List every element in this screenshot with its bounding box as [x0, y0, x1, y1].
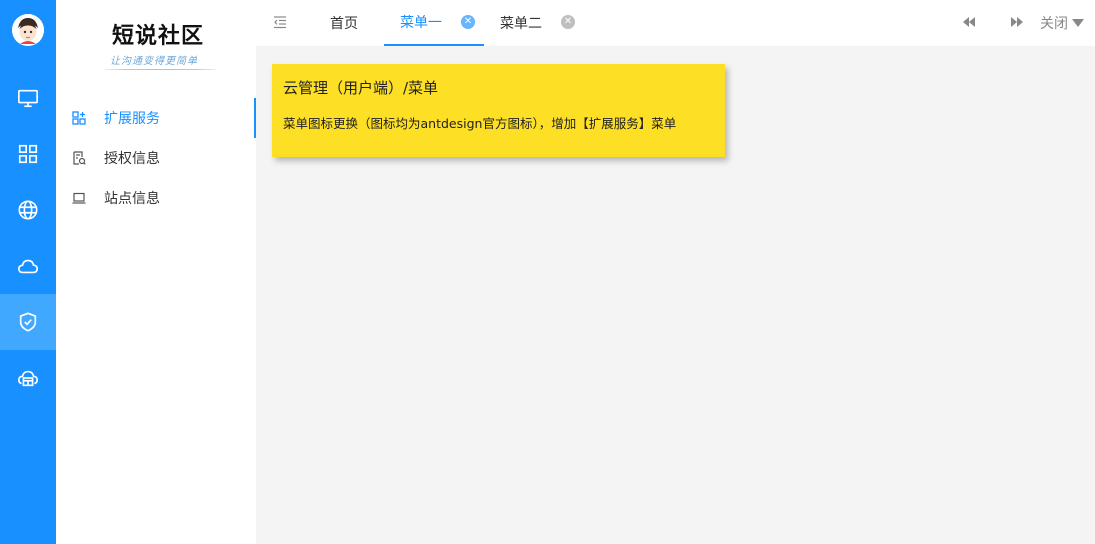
avatar-icon	[12, 14, 44, 46]
avatar[interactable]	[12, 14, 44, 46]
cloud-icon	[18, 259, 38, 274]
tab-menu-two[interactable]: 菜单二	[500, 0, 542, 46]
icon-rail	[0, 0, 56, 544]
menu-fold-button[interactable]	[272, 14, 288, 30]
rail-item-cloud-store[interactable]	[0, 350, 56, 406]
sidebar: 短说社区 让沟通变得更简单 扩展服务 授权信息 站点信息	[56, 0, 256, 544]
notice-card: 云管理（用户端）/菜单 菜单图标更换（图标均为antdesign官方图标），增加…	[272, 64, 725, 157]
scroll-right-button[interactable]	[1010, 16, 1024, 28]
sidebar-item-label: 扩展服务	[104, 111, 160, 127]
tab-label: 菜单二	[500, 16, 542, 32]
expand-icon	[72, 111, 86, 125]
sidebar-item-authorization[interactable]: 授权信息	[56, 138, 256, 178]
double-left-icon	[963, 17, 975, 27]
sidebar-item-label: 授权信息	[104, 151, 160, 167]
tab-bar: 首页 菜单一 ✕ 菜单二 ✕ 关闭	[256, 0, 1095, 46]
caret-down-icon	[1072, 19, 1084, 27]
close-tabs-label: 关闭	[1040, 16, 1068, 32]
logo-underline	[104, 68, 216, 70]
rail-item-global[interactable]	[0, 182, 56, 238]
sidebar-item-label: 站点信息	[104, 191, 160, 207]
rail-item-security[interactable]	[0, 294, 56, 350]
laptop-icon	[72, 191, 86, 205]
scroll-left-button[interactable]	[962, 16, 976, 28]
globe-icon	[18, 200, 38, 220]
card-body: 菜单图标更换（图标均为antdesign官方图标），增加【扩展服务】菜单	[283, 116, 677, 131]
double-right-icon	[1011, 17, 1023, 27]
sidebar-item-site-info[interactable]: 站点信息	[56, 178, 256, 218]
close-icon: ✕	[463, 16, 473, 27]
cloud-store-icon	[18, 370, 38, 387]
sidebar-item-extensions[interactable]: 扩展服务	[56, 98, 256, 138]
tab-close-button[interactable]: ✕	[561, 15, 575, 29]
monitor-icon	[18, 89, 38, 108]
menu-fold-icon	[274, 16, 286, 29]
tab-label: 菜单一	[400, 15, 442, 31]
logo-subtitle: 让沟通变得更简单	[110, 56, 198, 67]
rail-item-dashboard[interactable]	[0, 70, 56, 126]
rail-item-apps[interactable]	[0, 126, 56, 182]
logo-title: 短说社区	[112, 23, 205, 49]
tab-label: 首页	[330, 16, 358, 32]
rail-item-cloud[interactable]	[0, 238, 56, 294]
logo: 短说社区 让沟通变得更简单	[100, 14, 220, 74]
shield-check-icon	[19, 312, 37, 332]
close-icon: ✕	[563, 16, 573, 27]
apps-grid-icon	[18, 144, 38, 164]
tab-home[interactable]: 首页	[330, 0, 358, 46]
authorization-icon	[72, 151, 86, 165]
card-title: 云管理（用户端）/菜单	[283, 79, 439, 97]
close-tabs-dropdown[interactable]: 关闭	[1040, 0, 1084, 46]
tab-close-button[interactable]: ✕	[461, 15, 475, 29]
